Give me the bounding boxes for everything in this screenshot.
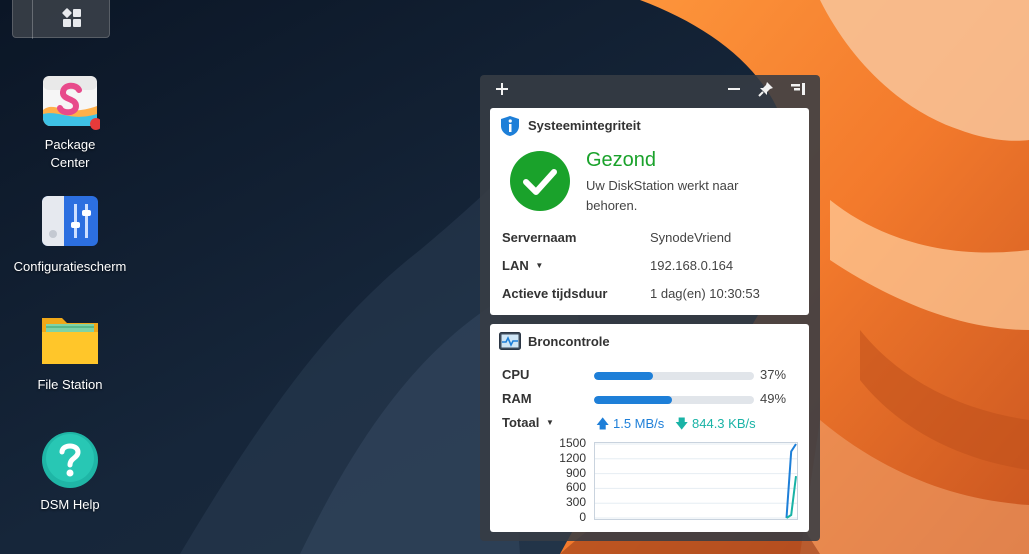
- cpu-usage-row: CPU 37%: [502, 367, 802, 387]
- y-tick-label: 0: [579, 510, 586, 524]
- check-circle-icon: [510, 151, 570, 211]
- desktop-icon-file-station[interactable]: File Station: [0, 310, 140, 394]
- monitor-icon: [499, 332, 521, 350]
- y-tick-label: 900: [565, 466, 586, 480]
- desktop-icon-label: File Station: [37, 377, 103, 392]
- info-key: LAN: [502, 258, 529, 273]
- desktop-icon-label: DSM Help: [40, 497, 100, 512]
- y-tick-label: 300: [565, 495, 586, 509]
- system-health-widget: Systeemintegriteit Gezond Uw DiskStation…: [490, 108, 809, 315]
- package-center-icon: [40, 70, 102, 130]
- pin-button[interactable]: [758, 81, 776, 99]
- widget-title: Systeemintegriteit: [528, 118, 641, 133]
- pin-icon: [758, 82, 773, 97]
- ram-usage-row: RAM 49%: [502, 391, 802, 411]
- cpu-usage-bar: [594, 372, 754, 380]
- info-shield-icon: [501, 116, 519, 136]
- ram-usage-bar: [594, 396, 754, 404]
- download-arrow-icon: 🡇: [675, 416, 689, 431]
- desktop-icon-package-center[interactable]: Package Center: [0, 70, 140, 172]
- network-total-row: Totaal ▼ 🡅 1.5 MB/s 🡇 844.3 KB/s: [502, 415, 802, 435]
- desktop-icon-dsm-help[interactable]: DSM Help: [0, 430, 140, 514]
- cpu-usage-fill: [594, 372, 654, 380]
- caret-down-icon: ▼: [545, 418, 554, 427]
- lan-dropdown[interactable]: LAN ▼: [502, 258, 543, 273]
- panel-right-icon: [791, 83, 805, 95]
- desktop-icon-label: Configuratiescherm: [13, 259, 127, 274]
- minus-icon: [728, 88, 740, 90]
- y-tick-label: 600: [565, 480, 586, 494]
- folder-icon: [40, 310, 100, 370]
- collapse-panel-button[interactable]: [790, 81, 808, 99]
- health-description: Uw DiskStation werkt naar behoren.: [586, 178, 739, 213]
- info-row-server-name: Servernaam SynodeVriend: [502, 230, 802, 250]
- total-dropdown[interactable]: Totaal ▼: [502, 415, 554, 430]
- apps-grid-icon[interactable]: [61, 7, 81, 27]
- desktop-icon-control-panel[interactable]: Configuratiescherm: [0, 192, 140, 276]
- widget-title: Broncontrole: [528, 334, 610, 349]
- info-key: Actieve tijdsduur: [502, 286, 608, 301]
- plus-icon: [496, 83, 508, 95]
- health-status: Gezond: [586, 149, 657, 171]
- info-value: 192.168.0.164: [650, 258, 734, 273]
- upload-arrow-icon: 🡅: [596, 416, 610, 431]
- taskbar-divider: [32, 0, 33, 39]
- resource-monitor-widget: Broncontrole CPU 37% RAM 49% Totaal ▼ 🡅 …: [490, 324, 809, 532]
- network-chart: [594, 442, 798, 520]
- ram-label: RAM: [502, 391, 532, 406]
- widget-panel: Systeemintegriteit Gezond Uw DiskStation…: [480, 75, 820, 541]
- total-label: Totaal: [502, 415, 540, 430]
- desktop-icon-label: Center: [50, 155, 90, 170]
- y-tick-label: 1500: [559, 436, 586, 450]
- caret-down-icon: ▼: [535, 261, 544, 270]
- minimize-button[interactable]: [726, 81, 744, 99]
- add-widget-button[interactable]: [494, 81, 512, 99]
- download-speed: 🡇 844.3 KB/s: [675, 415, 756, 437]
- taskbar-main-menu[interactable]: [12, 0, 110, 39]
- desktop-icon-label: Package: [44, 137, 96, 152]
- cpu-label: CPU: [502, 367, 530, 382]
- info-key: Servernaam: [502, 230, 577, 245]
- widget-panel-toolbar: [480, 75, 820, 105]
- info-value: SynodeVriend: [650, 230, 732, 245]
- download-speed-value: 844.3 KB/s: [692, 416, 756, 431]
- help-icon: [40, 430, 100, 490]
- control-panel-icon: [40, 192, 100, 252]
- chart-y-axis: 1500 1200 900 600 300 0: [532, 436, 586, 526]
- info-row-lan: LAN ▼ 192.168.0.164: [502, 258, 802, 278]
- upload-speed-value: 1.5 MB/s: [613, 416, 665, 431]
- ram-usage-fill: [594, 396, 673, 404]
- ram-percent: 49%: [760, 391, 787, 406]
- info-row-uptime: Actieve tijdsduur 1 dag(en) 10:30:53: [502, 286, 802, 306]
- upload-speed: 🡅 1.5 MB/s: [596, 415, 664, 437]
- y-tick-label: 1200: [559, 451, 586, 465]
- info-value: 1 dag(en) 10:30:53: [650, 286, 760, 301]
- cpu-percent: 37%: [760, 367, 787, 382]
